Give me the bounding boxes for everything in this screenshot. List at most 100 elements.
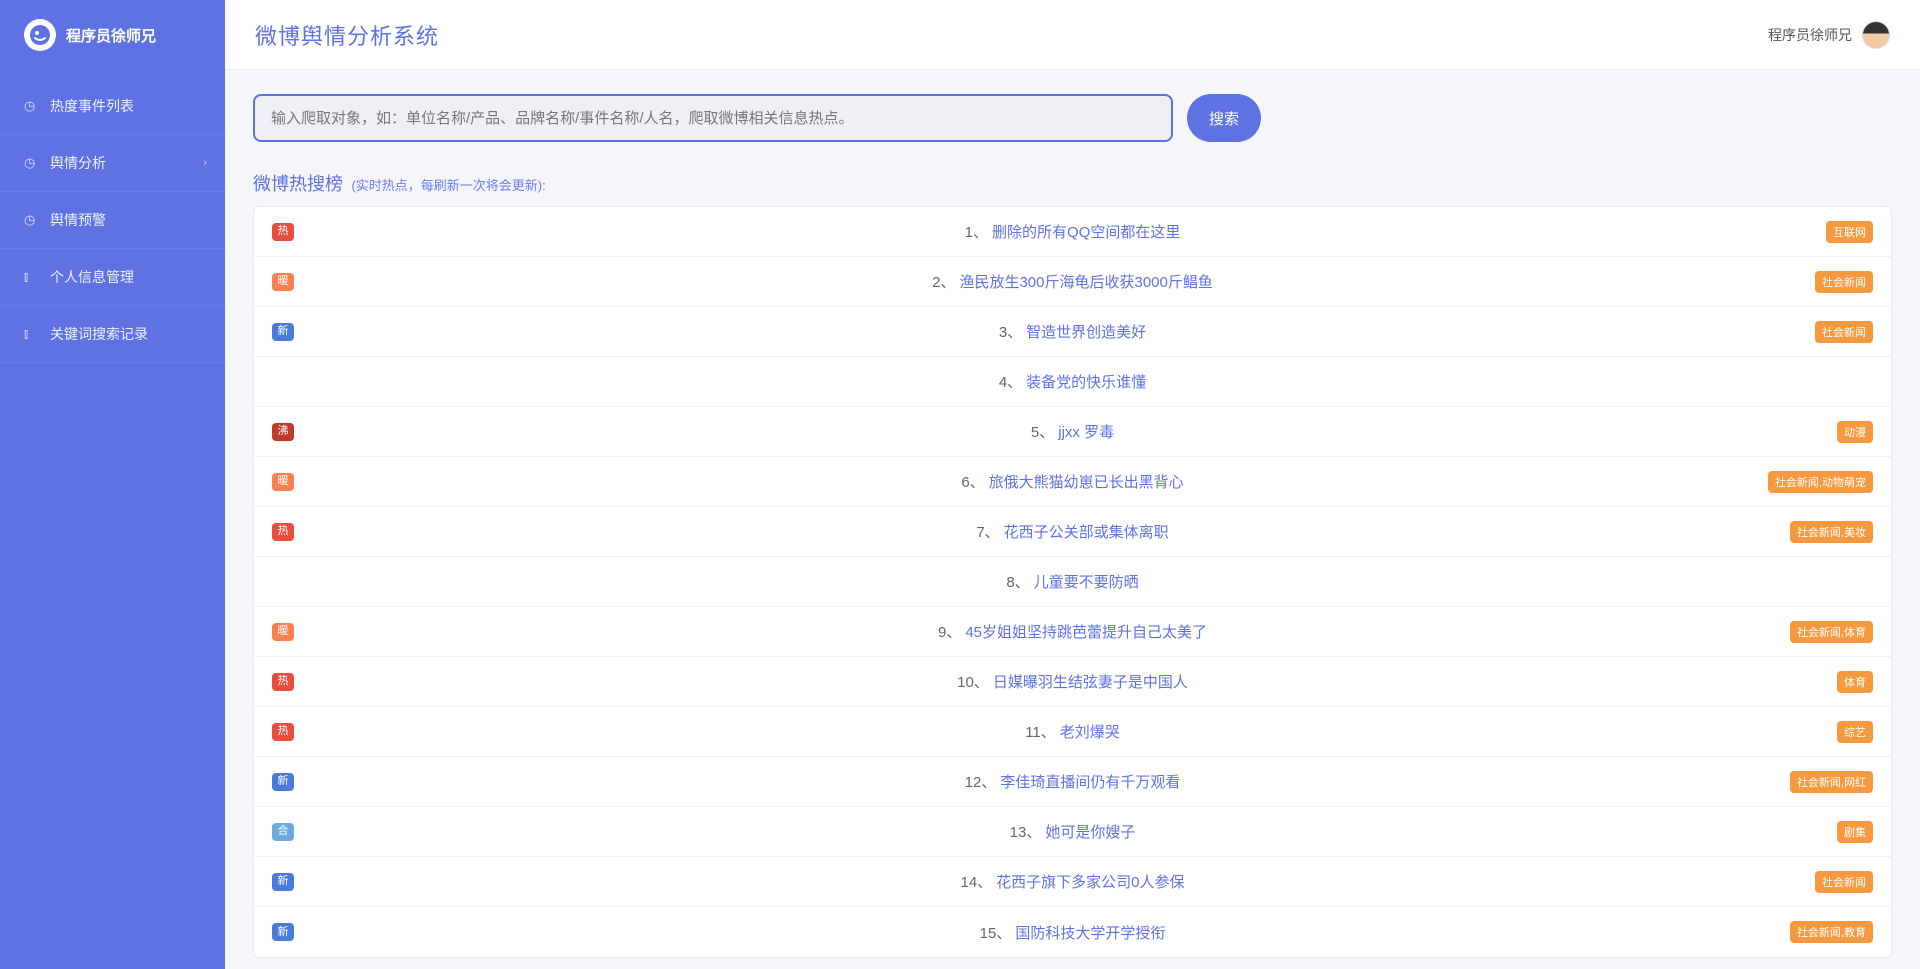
- hot-row: 4、装备党的快乐谁懂: [254, 357, 1891, 407]
- hot-badge: 热: [272, 223, 294, 241]
- hot-link[interactable]: 14、花西子旗下多家公司0人参保: [960, 871, 1184, 892]
- hot-row: 暖2、渔民放生300斤海龟后收获3000斤鲳鱼社会新闻: [254, 257, 1891, 307]
- hot-text: 花西子旗下多家公司0人参保: [996, 874, 1184, 891]
- hot-badge: 暖: [272, 473, 294, 491]
- menu-label: 舆情分析: [50, 153, 106, 173]
- hot-rank: 3、: [999, 324, 1022, 341]
- menu-icon: ⫾: [24, 326, 40, 342]
- hot-tag: 社会新闻,体育: [1790, 621, 1873, 643]
- hot-tag: 互联网: [1826, 221, 1873, 243]
- hot-rank: 5、: [1031, 424, 1054, 441]
- hot-rank: 2、: [932, 274, 955, 291]
- user-name: 程序员徐师兄: [1768, 25, 1852, 45]
- hot-rank: 6、: [961, 474, 984, 491]
- hot-text: 渔民放生300斤海龟后收获3000斤鲳鱼: [959, 274, 1212, 291]
- hot-tag: 体育: [1837, 671, 1873, 693]
- hot-rank: 9、: [938, 624, 961, 641]
- hot-link[interactable]: 15、国防科技大学开学授衔: [980, 922, 1166, 943]
- hot-badge: 热: [272, 523, 294, 541]
- menu-label: 关键词搜索记录: [50, 324, 148, 344]
- search-input[interactable]: [253, 94, 1173, 142]
- hot-rank: 7、: [976, 524, 999, 541]
- sidebar: 程序员徐师兄 ◷ 热度事件列表 ◷ 舆情分析 › ◷ 舆情预警 ⫾ 个人信息管理 ⫾ 关键词搜索记录: [0, 0, 225, 969]
- hot-link[interactable]: 4、装备党的快乐谁懂: [999, 371, 1146, 392]
- menu-icon: ◷: [24, 212, 40, 228]
- hot-text: 国防科技大学开学授衔: [1015, 925, 1165, 942]
- sidebar-item-3[interactable]: ⫾ 个人信息管理: [0, 249, 225, 306]
- hot-badge: 热: [272, 723, 294, 741]
- menu-icon: ◷: [24, 155, 40, 171]
- hot-row: 热7、花西子公关部或集体离职社会新闻,美妆: [254, 507, 1891, 557]
- page-title: 微博舆情分析系统: [255, 19, 439, 51]
- hot-badge: 新: [272, 323, 294, 341]
- search-row: 搜索: [253, 94, 1892, 142]
- menu-icon: ⫾: [24, 269, 40, 285]
- hot-badge: 热: [272, 673, 294, 691]
- hot-link[interactable]: 7、花西子公关部或集体离职: [976, 521, 1168, 542]
- hot-link[interactable]: 5、jjxx 罗毒: [1031, 421, 1114, 442]
- hot-text: 45岁姐姐坚持跳芭蕾提升自己太美了: [965, 624, 1207, 641]
- hot-row: 沸5、jjxx 罗毒动漫: [254, 407, 1891, 457]
- menu-label: 个人信息管理: [50, 267, 134, 287]
- hot-rank: 15、: [980, 925, 1012, 942]
- hot-text: 老刘爆哭: [1060, 724, 1120, 741]
- hot-row: 暖 6、旅俄大熊猫幼崽已长出黑背心 社会新闻,动物萌宠: [254, 457, 1891, 507]
- hot-row: 热 11、老刘爆哭 综艺: [254, 707, 1891, 757]
- hot-badge: 新: [272, 923, 294, 941]
- hot-tag: 综艺: [1837, 721, 1873, 743]
- logo-icon: [24, 19, 56, 51]
- hot-tag: 社会新闻: [1815, 271, 1873, 293]
- hot-link[interactable]: 8、儿童要不要防晒: [1006, 571, 1138, 592]
- hot-text: 智造世界创造美好: [1026, 324, 1146, 341]
- hot-title: 微博热搜榜: [253, 174, 343, 194]
- user-area[interactable]: 程序员徐师兄: [1768, 21, 1890, 49]
- hot-text: 儿童要不要防晒: [1034, 574, 1139, 591]
- hot-badge: 新: [272, 873, 294, 891]
- hot-list: 热 1、删除的所有QQ空间都在这里 互联网暖 2、渔民放生300斤海龟后收获3000斤…: [253, 206, 1892, 958]
- menu-icon: ◷: [24, 98, 40, 114]
- hot-row: 新12、李佳琦直播间仍有千万观看社会新闻,网红: [254, 757, 1891, 807]
- hot-subtitle: (实时热点，每刷新一次将会更新):: [351, 178, 545, 193]
- hot-tag: 社会新闻,动物萌宠: [1768, 471, 1873, 493]
- hot-rank: 14、: [960, 874, 992, 891]
- hot-tag: 社会新闻: [1815, 871, 1873, 893]
- hot-link[interactable]: 6、旅俄大熊猫幼崽已长出黑背心: [961, 471, 1183, 492]
- hot-row: 暖9、45岁姐姐坚持跳芭蕾提升自己太美了社会新闻,体育: [254, 607, 1891, 657]
- avatar[interactable]: [1862, 21, 1890, 49]
- hot-badge: 合: [272, 823, 294, 841]
- hot-link[interactable]: 11、老刘爆哭: [1025, 721, 1120, 742]
- hot-link[interactable]: 9、45岁姐姐坚持跳芭蕾提升自己太美了: [938, 621, 1207, 642]
- hot-link[interactable]: 12、李佳琦直播间仍有千万观看: [965, 771, 1181, 792]
- sidebar-item-4[interactable]: ⫾ 关键词搜索记录: [0, 306, 225, 363]
- sidebar-menu: ◷ 热度事件列表 ◷ 舆情分析 › ◷ 舆情预警 ⫾ 个人信息管理 ⫾ 关键词搜索记录: [0, 70, 225, 363]
- hot-tag: 剧集: [1837, 821, 1873, 843]
- hot-row: 8、儿童要不要防晒: [254, 557, 1891, 607]
- hot-rank: 13、: [1010, 824, 1042, 841]
- hot-link[interactable]: 1、删除的所有QQ空间都在这里: [965, 221, 1181, 242]
- sidebar-item-2[interactable]: ◷ 舆情预警: [0, 192, 225, 249]
- hot-link[interactable]: 2、渔民放生300斤海龟后收获3000斤鲳鱼: [932, 271, 1213, 292]
- logo-text: 程序员徐师兄: [66, 25, 156, 46]
- hot-row: 合 13、她可是你嫂子 剧集: [254, 807, 1891, 857]
- hot-row: 热 10、日媒曝羽生结弦妻子是中国人 体育: [254, 657, 1891, 707]
- hot-row: 新15、国防科技大学开学授衔社会新闻,教育: [254, 907, 1891, 957]
- topbar: 微博舆情分析系统 程序员徐师兄: [225, 0, 1920, 70]
- search-button[interactable]: 搜索: [1187, 94, 1261, 142]
- hot-text: 她可是你嫂子: [1045, 824, 1135, 841]
- hot-text: 装备党的快乐谁懂: [1026, 374, 1146, 391]
- chevron-right-icon: ›: [203, 157, 207, 169]
- hot-link[interactable]: 10、日媒曝羽生结弦妻子是中国人: [957, 671, 1188, 692]
- hot-row: 新 3、智造世界创造美好 社会新闻: [254, 307, 1891, 357]
- hot-text: 日媒曝羽生结弦妻子是中国人: [993, 674, 1188, 691]
- sidebar-item-0[interactable]: ◷ 热度事件列表: [0, 78, 225, 135]
- menu-label: 热度事件列表: [50, 96, 134, 116]
- hot-row: 热 1、删除的所有QQ空间都在这里 互联网: [254, 207, 1891, 257]
- hot-link[interactable]: 3、智造世界创造美好: [999, 321, 1146, 342]
- hot-link[interactable]: 13、她可是你嫂子: [1010, 821, 1136, 842]
- sidebar-item-1[interactable]: ◷ 舆情分析 ›: [0, 135, 225, 192]
- hot-text: 旅俄大熊猫幼崽已长出黑背心: [989, 474, 1184, 491]
- menu-label: 舆情预警: [50, 210, 106, 230]
- hot-rank: 8、: [1006, 574, 1029, 591]
- hot-rank: 4、: [999, 374, 1022, 391]
- hot-tag: 社会新闻: [1815, 321, 1873, 343]
